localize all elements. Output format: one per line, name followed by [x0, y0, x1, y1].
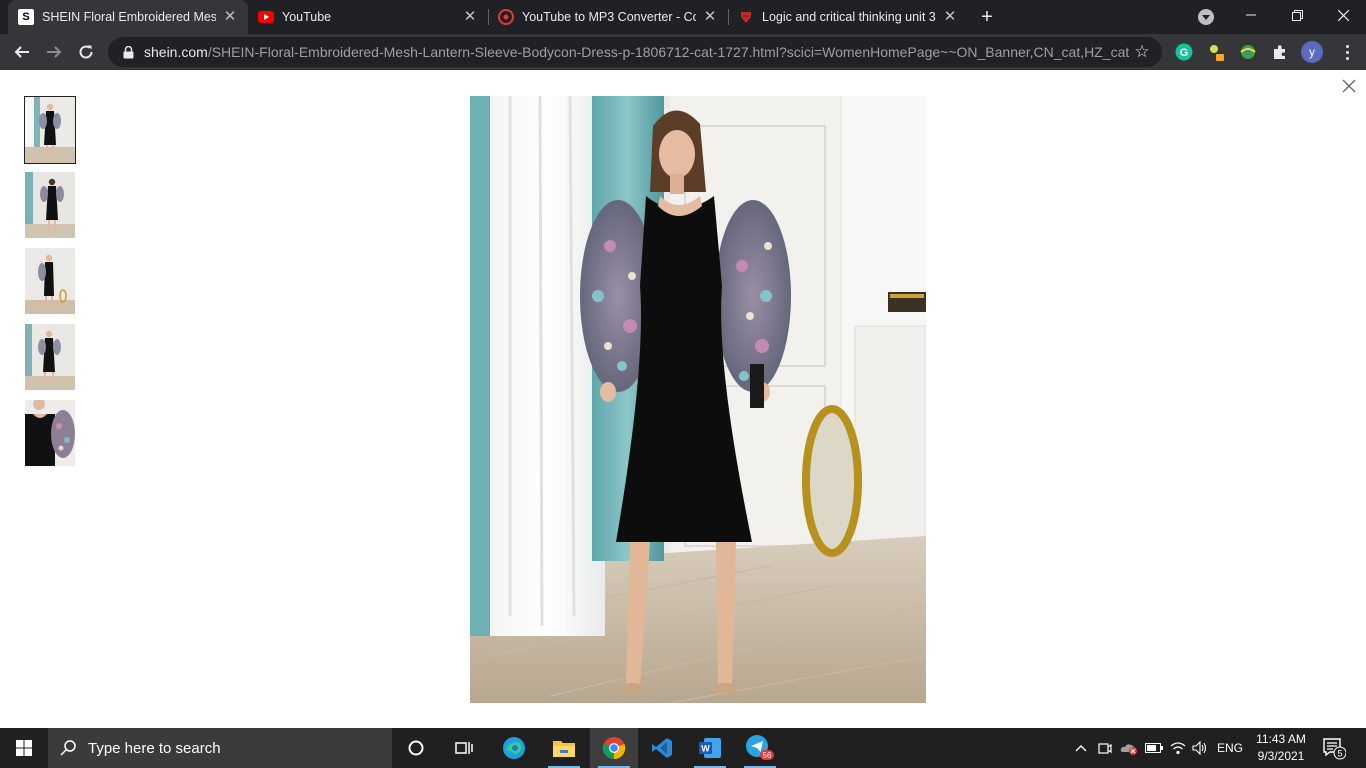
grammarly-icon[interactable]: G — [1174, 42, 1194, 62]
search-icon — [48, 740, 88, 756]
language-indicator[interactable]: ENG — [1214, 728, 1246, 768]
close-icon[interactable]: ✕ — [702, 9, 718, 25]
product-image-viewer — [0, 70, 1366, 728]
file-explorer-icon[interactable] — [540, 728, 588, 768]
tab-mp3-converter[interactable]: YouTube to MP3 Converter - Con ✕ — [488, 0, 728, 34]
close-icon[interactable]: ✕ — [942, 9, 958, 25]
edge-icon[interactable] — [490, 728, 538, 768]
windows-icon — [16, 740, 32, 756]
youtube-icon — [258, 9, 274, 25]
extension-globe-icon[interactable] — [1238, 42, 1258, 62]
tab-strip: S SHEIN Floral Embroidered Mesh ✕ YouTub… — [0, 0, 1366, 34]
browser-toolbar: shein.com/SHEIN-Floral-Embroidered-Mesh-… — [0, 34, 1366, 70]
tab-youtube[interactable]: YouTube ✕ — [248, 0, 488, 34]
new-tab-button[interactable]: + — [976, 6, 998, 28]
reload-icon — [79, 45, 93, 59]
wifi-icon[interactable] — [1168, 728, 1188, 768]
converter-icon — [498, 9, 514, 25]
close-icon[interactable]: ✕ — [462, 9, 478, 25]
reload-button[interactable] — [72, 38, 100, 66]
chrome-menu-icon[interactable] — [1337, 42, 1357, 62]
bookmark-star-icon[interactable]: ☆ — [1130, 42, 1154, 62]
volume-icon[interactable] — [1190, 728, 1210, 768]
tab-title: Logic and critical thinking unit 3 — [762, 10, 936, 24]
address-bar[interactable]: shein.com/SHEIN-Floral-Embroidered-Mesh-… — [108, 37, 1162, 67]
tab-logic-pdf[interactable]: Logic and critical thinking unit 3 ✕ — [728, 0, 968, 34]
pdf-icon — [738, 9, 754, 25]
battery-icon[interactable] — [1144, 728, 1164, 768]
telegram-badge: 56 — [763, 751, 772, 760]
close-viewer-icon[interactable] — [1341, 79, 1357, 95]
telegram-icon[interactable]: 56 — [736, 728, 784, 768]
windows-taskbar: Type here to search W 56 ENG 11:43 AM 9/… — [0, 728, 1366, 768]
url-host: shein.com — [144, 44, 208, 60]
profile-avatar[interactable]: y — [1301, 41, 1323, 63]
vscode-icon[interactable] — [638, 728, 686, 768]
notification-count: 5 — [1337, 749, 1342, 759]
tab-shein[interactable]: S SHEIN Floral Embroidered Mesh ✕ — [8, 0, 248, 34]
start-button[interactable] — [0, 728, 48, 768]
clock-time: 11:43 AM — [1256, 732, 1306, 746]
thumbnail-4[interactable] — [25, 324, 75, 390]
cortana-icon[interactable] — [392, 728, 440, 768]
url-path: /SHEIN-Floral-Embroidered-Mesh-Lantern-S… — [207, 44, 1130, 60]
extensions-puzzle-icon[interactable] — [1270, 42, 1290, 62]
thumbnail-2[interactable] — [25, 172, 75, 238]
lock-icon[interactable] — [120, 45, 136, 59]
tab-search-icon[interactable] — [1198, 9, 1214, 25]
notification-center-icon[interactable]: 5 — [1322, 736, 1347, 760]
thumbnail-5[interactable] — [25, 400, 75, 466]
arrow-left-icon — [14, 46, 29, 58]
minimize-button[interactable] — [1228, 0, 1274, 30]
main-product-image[interactable] — [470, 96, 926, 703]
forward-button[interactable] — [40, 38, 68, 66]
tab-title: YouTube to MP3 Converter - Con — [522, 10, 696, 24]
search-placeholder: Type here to search — [88, 739, 221, 757]
clock-date: 9/3/2021 — [1257, 749, 1305, 763]
word-icon[interactable]: W — [686, 728, 734, 768]
chrome-icon[interactable] — [590, 728, 638, 768]
url-text[interactable]: shein.com/SHEIN-Floral-Embroidered-Mesh-… — [144, 44, 1130, 60]
meet-now-icon[interactable] — [1096, 728, 1114, 768]
onedrive-error-icon[interactable] — [1118, 728, 1140, 768]
back-button[interactable] — [8, 38, 36, 66]
tab-title: YouTube — [282, 10, 332, 24]
svg-text:G: G — [1180, 47, 1189, 59]
close-icon[interactable]: ✕ — [222, 9, 238, 25]
close-window-button[interactable] — [1320, 0, 1366, 30]
svg-text:W: W — [701, 744, 710, 754]
taskbar-search[interactable]: Type here to search — [48, 728, 392, 768]
show-hidden-icons-button[interactable] — [1072, 728, 1090, 768]
tab-title: SHEIN Floral Embroidered Mesh — [42, 10, 216, 24]
thumbnail-3[interactable] — [25, 248, 75, 314]
task-view-icon[interactable] — [440, 728, 488, 768]
extension-key-icon[interactable] — [1206, 42, 1226, 62]
thumbnail-1[interactable] — [24, 96, 76, 164]
arrow-right-icon — [47, 46, 62, 58]
shein-s-icon: S — [18, 9, 34, 25]
system-clock[interactable]: 11:43 AM 9/3/2021 — [1248, 731, 1314, 765]
restore-button[interactable] — [1274, 0, 1320, 30]
